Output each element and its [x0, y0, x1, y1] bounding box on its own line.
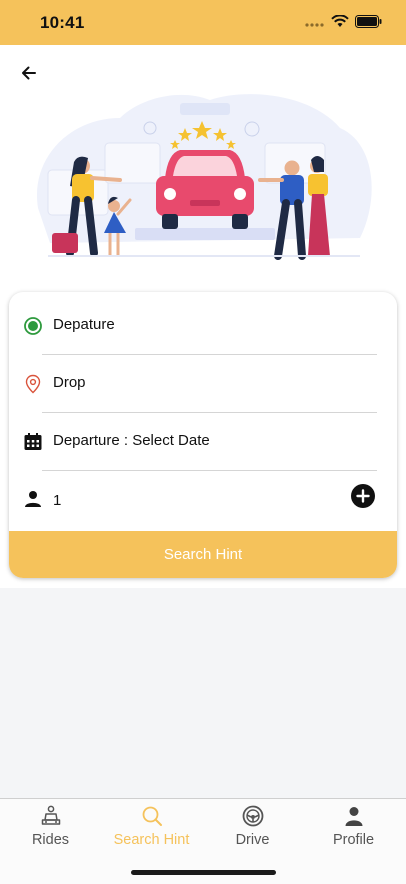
date-row[interactable]: Departure : Select Date: [9, 413, 397, 471]
signal-icon: [305, 22, 324, 27]
tab-drive-label: Drive: [235, 832, 270, 848]
tab-profile-label: Profile: [332, 832, 375, 848]
steering-wheel-icon: [242, 805, 264, 827]
status-bar: 10:41: [0, 0, 406, 45]
tab-rides-label: Rides: [31, 832, 70, 848]
tab-profile[interactable]: Profile: [303, 799, 404, 859]
tab-search-hint-label: Search Hint: [113, 832, 190, 848]
search-icon: [142, 806, 162, 826]
status-time: 10:41: [40, 13, 85, 32]
divider: [42, 470, 377, 471]
drop-label: Drop: [53, 374, 86, 391]
person-icon: [25, 491, 41, 507]
add-passenger-button[interactable]: [351, 484, 375, 508]
date-label: Departure : Select Date: [53, 432, 210, 449]
search-form-card: Depature Drop Departure : Select Date 1 …: [9, 292, 397, 578]
person-icon: [345, 807, 363, 826]
passenger-count: 1: [53, 492, 62, 509]
hero-illustration: [36, 94, 372, 260]
search-hint-button[interactable]: Search Hint: [9, 531, 397, 578]
departure-label: Depature: [53, 316, 115, 333]
tab-drive[interactable]: Drive: [202, 799, 303, 859]
tab-search-hint[interactable]: Search Hint: [101, 799, 202, 859]
wifi-icon: [331, 15, 349, 27]
passengers-row: 1: [9, 472, 397, 530]
departure-row[interactable]: Depature: [9, 297, 397, 355]
origin-marker-icon: [24, 317, 42, 335]
calendar-icon: [24, 433, 42, 450]
home-indicator: [131, 870, 276, 875]
battery-icon: [355, 15, 382, 28]
status-icons: [305, 15, 382, 28]
tab-rides[interactable]: Rides: [0, 799, 101, 859]
back-arrow-icon[interactable]: [18, 62, 40, 84]
location-pin-icon: [25, 374, 41, 394]
drop-row[interactable]: Drop: [9, 355, 397, 413]
car-seat-icon: [41, 805, 61, 825]
